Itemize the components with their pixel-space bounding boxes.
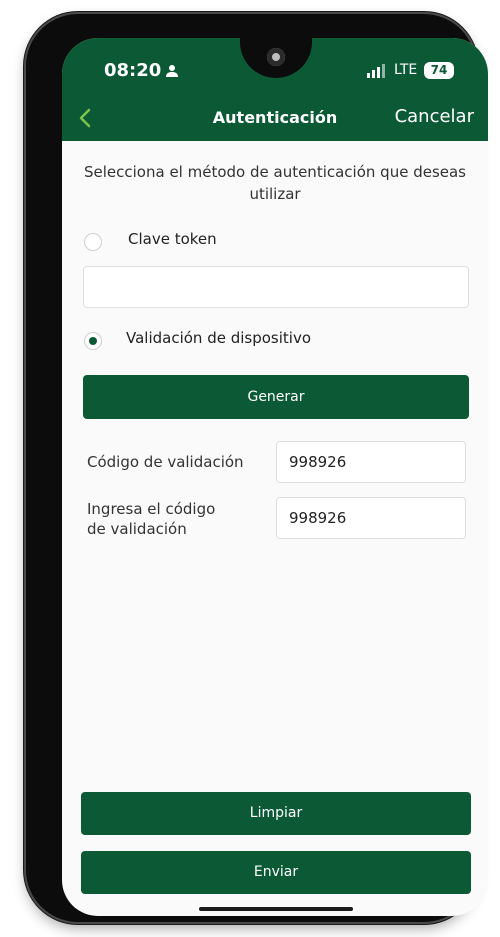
confirm-code-field[interactable]: 998926 (276, 497, 466, 539)
generate-button[interactable]: Generar (83, 375, 469, 419)
home-indicator[interactable] (199, 907, 353, 911)
cancel-button[interactable]: Cancelar (395, 106, 474, 127)
confirm-code-label: Ingresa el código de validación (87, 500, 216, 538)
validation-code-field[interactable]: 998926 (276, 441, 466, 483)
send-button[interactable]: Enviar (81, 851, 471, 894)
option-clave-token-label[interactable]: Clave token (128, 230, 217, 248)
battery-badge: 74 (424, 62, 454, 79)
app-header: 08:20 LTE 74 Autenticación Cancelar (62, 38, 488, 141)
signal-icon (367, 64, 385, 78)
instruction-text: Selecciona el método de autenticación qu… (84, 163, 466, 203)
network-type: LTE (394, 62, 418, 78)
phone-frame: 08:20 LTE 74 Autenticación Cancelar Sele… (26, 14, 488, 922)
screen: 08:20 LTE 74 Autenticación Cancelar Sele… (62, 38, 488, 916)
radio-clave-token[interactable] (84, 233, 102, 251)
option-validacion-dispositivo-label[interactable]: Validación de dispositivo (126, 329, 311, 347)
radio-selected-dot (89, 337, 97, 345)
status-time: 08:20 (104, 60, 162, 81)
person-icon (166, 65, 178, 77)
token-input[interactable] (83, 266, 469, 308)
validation-code-label: Código de validación (87, 453, 244, 471)
clear-button[interactable]: Limpiar (81, 792, 471, 835)
radio-validacion-dispositivo[interactable] (84, 332, 102, 350)
front-camera (267, 48, 285, 66)
